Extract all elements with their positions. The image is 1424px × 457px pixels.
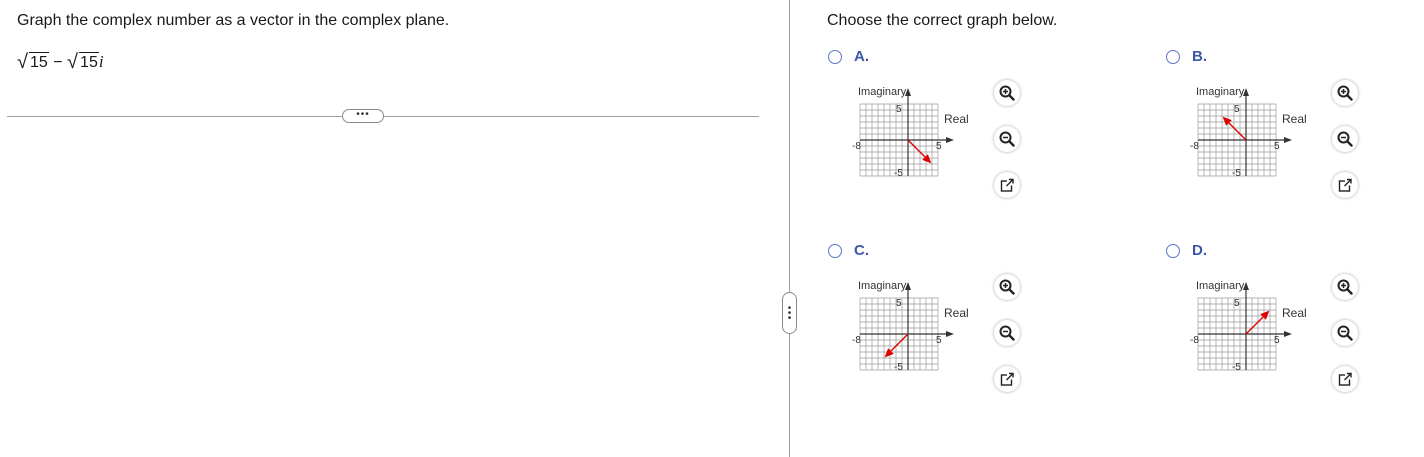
option-a-graph: Imaginary Real 5 -5 -8 5 (852, 86, 969, 182)
tick-label-x-min: -8 (852, 141, 861, 152)
tick-label-y-max: 5 (1234, 298, 1240, 309)
imaginary-axis-label: Imaginary (858, 280, 907, 292)
zoom-out-icon (1337, 131, 1353, 147)
option-c-zoom-out-button[interactable] (994, 320, 1020, 346)
expand-vertical-button[interactable]: • • • (782, 292, 797, 334)
open-in-new-window-icon (1000, 372, 1015, 387)
option-b-label: B. (1192, 48, 1207, 65)
real-axis-arrowhead (1284, 137, 1292, 143)
option-d-open-graph-button[interactable] (1332, 366, 1358, 392)
tick-label-y-max: 5 (896, 104, 902, 115)
option-d-zoom-out-button[interactable] (1332, 320, 1358, 346)
open-in-new-window-icon (1338, 178, 1353, 193)
sqrt-term-b: √ 15 (67, 51, 99, 73)
tick-label-x-max: 5 (936, 335, 942, 346)
option-d-zoom-in-button[interactable] (1332, 274, 1358, 300)
question-pane: Graph the complex number as a vector in … (0, 0, 760, 457)
option-c-label: C. (854, 242, 869, 259)
option-b[interactable]: B. Imaginary Real 5 -5 -8 5 (1166, 48, 1376, 220)
tick-label-x-max: 5 (936, 141, 942, 152)
option-d-graph: Imaginary Real 5 -5 -8 5 (1190, 280, 1307, 376)
real-axis-arrowhead (946, 331, 954, 337)
tick-label-x-min: -8 (1190, 335, 1199, 346)
tick-label-x-min: -8 (852, 335, 861, 346)
vector-line (1228, 122, 1247, 141)
vertical-divider (789, 0, 790, 457)
imaginary-axis-label: Imaginary (1196, 86, 1245, 98)
zoom-out-icon (999, 131, 1015, 147)
option-d[interactable]: D. Imaginary Real 5 -5 -8 5 (1166, 242, 1376, 414)
zoom-out-icon (999, 325, 1015, 341)
vector-line (890, 333, 909, 352)
real-axis-arrowhead (1284, 331, 1292, 337)
tick-label-y-min: -5 (894, 168, 903, 179)
sqrt-term-a: √ 15 (17, 51, 49, 73)
tick-label-y-min: -5 (1232, 168, 1241, 179)
complex-expression: √ 15 − √ 15i (17, 51, 104, 78)
zoom-in-icon (1337, 85, 1353, 101)
tick-label-x-max: 5 (1274, 141, 1280, 152)
zoom-in-icon (999, 279, 1015, 295)
minus-sign: − (53, 54, 63, 71)
real-axis-label: Real (944, 112, 969, 126)
option-b-graph: Imaginary Real 5 -5 -8 5 (1190, 86, 1307, 182)
question-prompt: Graph the complex number as a vector in … (17, 12, 450, 29)
option-b-zoom-out-button[interactable] (1332, 126, 1358, 152)
real-axis-label: Real (1282, 112, 1307, 126)
real-axis-arrowhead (946, 137, 954, 143)
option-d-radio[interactable] (1166, 244, 1180, 258)
option-a-open-graph-button[interactable] (994, 172, 1020, 198)
option-a[interactable]: A. Imaginary Real 5 -5 -8 5 (828, 48, 1038, 220)
open-in-new-window-icon (1000, 178, 1015, 193)
option-c-open-graph-button[interactable] (994, 366, 1020, 392)
option-b-zoom-in-button[interactable] (1332, 80, 1358, 106)
real-axis-label: Real (1282, 306, 1307, 320)
open-in-new-window-icon (1338, 372, 1353, 387)
option-d-label: D. (1192, 242, 1207, 259)
option-c[interactable]: C. Imaginary Real 5 -5 -8 5 (828, 242, 1038, 414)
expand-horizontal-button[interactable]: ••• (342, 109, 384, 123)
tick-label-x-min: -8 (1190, 141, 1199, 152)
option-b-radio[interactable] (1166, 50, 1180, 64)
option-a-zoom-in-button[interactable] (994, 80, 1020, 106)
option-b-open-graph-button[interactable] (1332, 172, 1358, 198)
imaginary-unit: i (98, 52, 104, 71)
tick-label-x-max: 5 (1274, 335, 1280, 346)
zoom-out-icon (1337, 325, 1353, 341)
tick-label-y-min: -5 (894, 362, 903, 373)
tick-label-y-max: 5 (896, 298, 902, 309)
answer-instruction: Choose the correct graph below. (827, 12, 1058, 29)
real-axis-label: Real (944, 306, 969, 320)
imaginary-axis-label: Imaginary (858, 86, 907, 98)
zoom-in-icon (999, 85, 1015, 101)
zoom-in-icon (1337, 279, 1353, 295)
tick-label-y-min: -5 (1232, 362, 1241, 373)
option-a-radio[interactable] (828, 50, 842, 64)
option-c-zoom-in-button[interactable] (994, 274, 1020, 300)
option-c-radio[interactable] (828, 244, 842, 258)
vector-line (907, 139, 926, 158)
option-a-zoom-out-button[interactable] (994, 126, 1020, 152)
vector-line (1245, 316, 1264, 335)
option-c-graph: Imaginary Real 5 -5 -8 5 (852, 280, 969, 376)
tick-label-y-max: 5 (1234, 104, 1240, 115)
imaginary-axis-label: Imaginary (1196, 280, 1245, 292)
option-a-label: A. (854, 48, 869, 65)
